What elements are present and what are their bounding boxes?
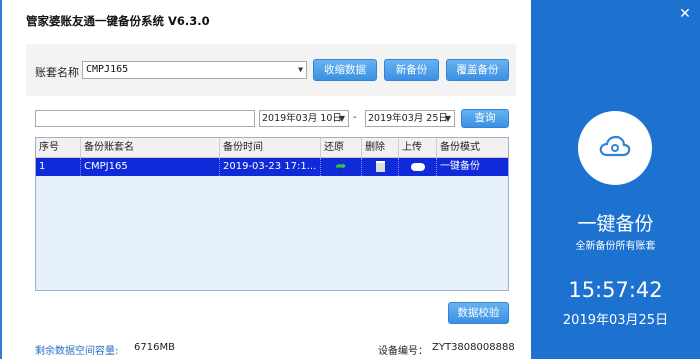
app-window: 管家婆账友通一键备份系统 V6.3.0 账套名称 CMPJ165 ▼ 收缩数据 … — [0, 0, 700, 359]
account-label: 账套名称 — [35, 66, 79, 79]
date-separator: - — [353, 112, 357, 123]
cloud-icon — [599, 135, 631, 157]
column-header-upload[interactable]: 上传 — [399, 138, 437, 157]
clock-date: 2019年03月25日 — [562, 313, 669, 328]
column-header-delete[interactable]: 删除 — [362, 138, 399, 157]
table-row[interactable]: 1 CMPJ165 2019-03-23 17:1... ➦ 一键备份 — [36, 158, 508, 176]
query-button[interactable]: 查询 — [461, 109, 509, 128]
row-index: 1 — [36, 158, 81, 176]
end-date-picker[interactable]: 2019年03月 25日 ▼ — [365, 110, 455, 127]
trash-icon — [375, 161, 385, 172]
table-header: 序号 备份账套名 备份时间 还原 删除 上传 备份模式 — [36, 138, 508, 158]
new-backup-button[interactable]: 新备份 — [384, 59, 439, 81]
delete-button[interactable] — [362, 158, 399, 176]
space-label: 剩余数据空间容量: — [35, 346, 119, 357]
start-date-value: 2019年03月 10日 — [262, 113, 342, 124]
chevron-down-icon: ▼ — [444, 114, 451, 123]
device-label: 设备编号： — [378, 346, 428, 357]
search-input[interactable] — [35, 110, 255, 127]
chevron-down-icon: ▼ — [298, 65, 303, 74]
end-date-value: 2019年03月 25日 — [368, 113, 448, 124]
start-date-picker[interactable]: 2019年03月 10日 ▼ — [259, 110, 349, 127]
product-subtitle: 全新备份所有账套 — [575, 241, 656, 252]
upload-button[interactable] — [399, 158, 437, 176]
row-name: CMPJ165 — [81, 158, 220, 176]
chevron-down-icon: ▼ — [338, 114, 345, 123]
cloud-badge — [578, 111, 652, 185]
main-pane: 管家婆账友通一键备份系统 V6.3.0 账套名称 CMPJ165 ▼ 收缩数据 … — [0, 0, 531, 359]
space-value: 6716MB — [134, 342, 175, 353]
device-value: ZYT3808008888 — [432, 342, 515, 353]
collect-data-button[interactable]: 收缩数据 — [313, 59, 377, 81]
account-select-value: CMPJ165 — [86, 64, 129, 75]
column-header-mode[interactable]: 备份模式 — [437, 138, 508, 157]
product-name: 一键备份 — [577, 213, 654, 235]
column-header-restore[interactable]: 还原 — [321, 138, 362, 157]
clock-time: 15:57:42 — [568, 278, 663, 302]
cloud-upload-icon — [410, 163, 425, 171]
close-icon[interactable]: ✕ — [678, 7, 692, 21]
restore-arrow-icon: ➦ — [335, 159, 347, 174]
overwrite-backup-button[interactable]: 覆盖备份 — [446, 59, 509, 81]
column-header-name[interactable]: 备份账套名 — [81, 138, 220, 157]
account-select[interactable]: CMPJ165 ▼ — [82, 61, 307, 79]
restore-button[interactable]: ➦ — [321, 158, 362, 176]
row-time: 2019-03-23 17:1... — [220, 158, 321, 176]
app-title: 管家婆账友通一键备份系统 V6.3.0 — [26, 14, 210, 28]
backup-table: 序号 备份账套名 备份时间 还原 删除 上传 备份模式 1 CMPJ165 20… — [35, 137, 509, 291]
side-panel: ✕ 一键备份 全新备份所有账套 15:57:42 2019年03月25日 — [531, 0, 700, 359]
column-header-index[interactable]: 序号 — [36, 138, 81, 157]
data-verify-button[interactable]: 数据校验 — [448, 302, 509, 324]
row-mode: 一键备份 — [440, 161, 480, 172]
column-header-time[interactable]: 备份时间 — [220, 138, 321, 157]
